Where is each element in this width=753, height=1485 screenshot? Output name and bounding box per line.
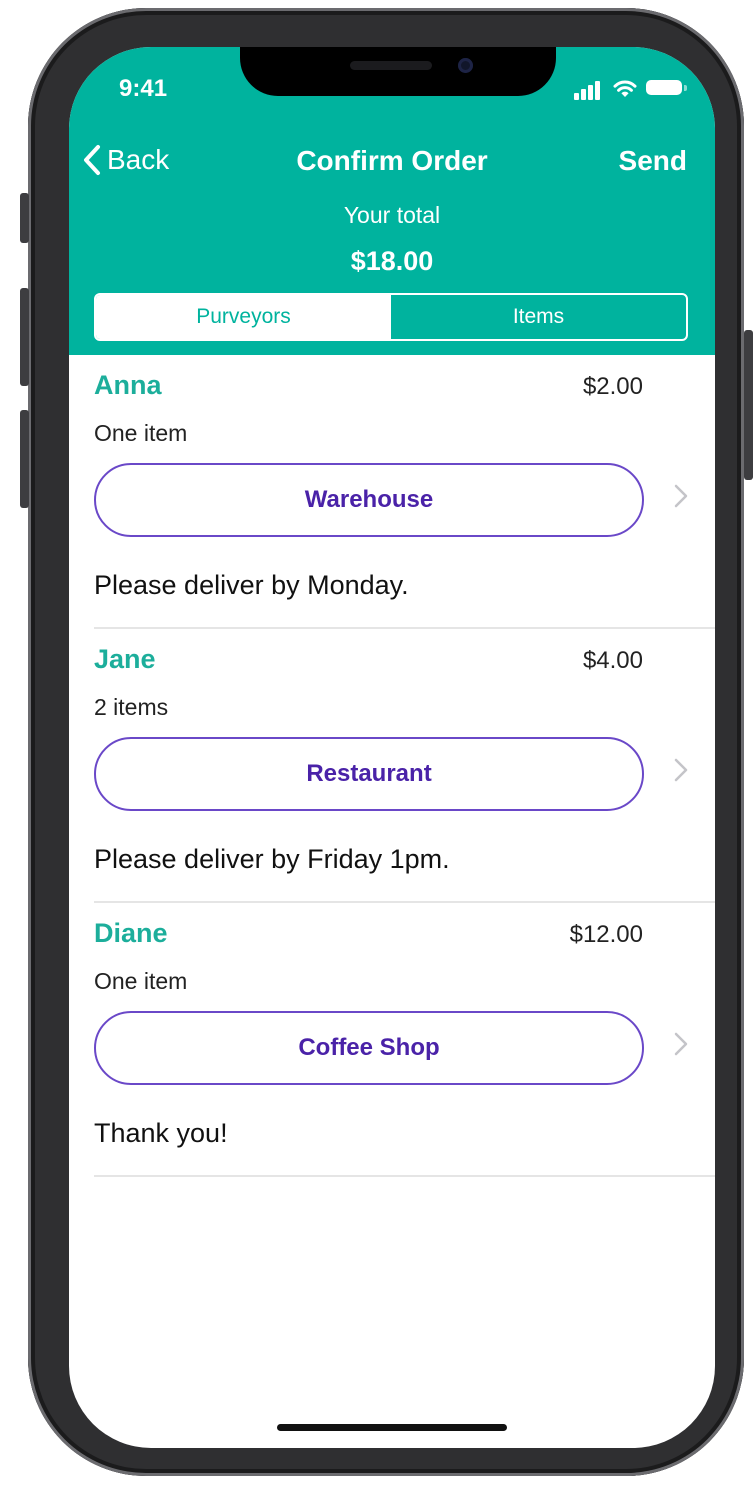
purveyor-price: $4.00 [582, 647, 643, 674]
delivery-note: Please deliver by Friday 1pm. [94, 844, 450, 874]
location-button[interactable]: Restaurant [94, 737, 644, 811]
notch [240, 47, 556, 96]
chevron-right-icon[interactable] [673, 483, 689, 509]
home-indicator[interactable] [277, 1424, 507, 1431]
purveyor-list: Anna $2.00 One item Warehouse Please del… [69, 355, 715, 1177]
front-camera [458, 58, 473, 73]
view-segmented-control: Purveyors Items [94, 293, 688, 341]
tab-purveyors[interactable]: Purveyors [96, 295, 391, 339]
status-time: 9:41 [119, 75, 168, 102]
power-button [744, 330, 753, 480]
delivery-note: Please deliver by Monday. [94, 570, 409, 600]
item-count: One item [94, 420, 188, 446]
chevron-right-icon[interactable] [673, 757, 689, 783]
purveyor-price: $12.00 [569, 921, 643, 948]
purveyor-price: $2.00 [582, 373, 643, 400]
divider [94, 1175, 715, 1177]
purveyor-name: Jane [94, 644, 156, 674]
list-item: Jane $4.00 2 items Restaurant Please del… [69, 629, 715, 903]
list-item: Diane $12.00 One item Coffee Shop Thank … [69, 903, 715, 1177]
back-label: Back [107, 144, 170, 175]
purveyor-name: Anna [94, 370, 162, 400]
total-label: Your total [343, 202, 441, 228]
delivery-note: Thank you! [94, 1118, 228, 1148]
wifi-icon [613, 80, 637, 97]
chevron-right-icon[interactable] [673, 1031, 689, 1057]
location-button[interactable]: Coffee Shop [94, 1011, 644, 1085]
silent-switch [20, 193, 29, 243]
item-count: One item [94, 968, 188, 994]
battery-icon [646, 80, 687, 95]
chevron-left-icon [84, 145, 100, 175]
status-icons [574, 78, 694, 100]
purveyor-name: Diane [94, 918, 168, 948]
send-button[interactable]: Send [619, 145, 687, 177]
location-button[interactable]: Warehouse [94, 463, 644, 537]
volume-up-button [20, 288, 29, 386]
back-button[interactable]: Back [83, 144, 169, 176]
volume-down-button [20, 410, 29, 508]
list-item: Anna $2.00 One item Warehouse Please del… [69, 355, 715, 629]
earpiece-speaker [350, 61, 432, 70]
total-value: $18.00 [350, 246, 434, 276]
phone-screen: 9:41 Back Confirm Order Send Your total [69, 47, 715, 1448]
tab-items[interactable]: Items [391, 295, 686, 339]
item-count: 2 items [94, 694, 169, 720]
